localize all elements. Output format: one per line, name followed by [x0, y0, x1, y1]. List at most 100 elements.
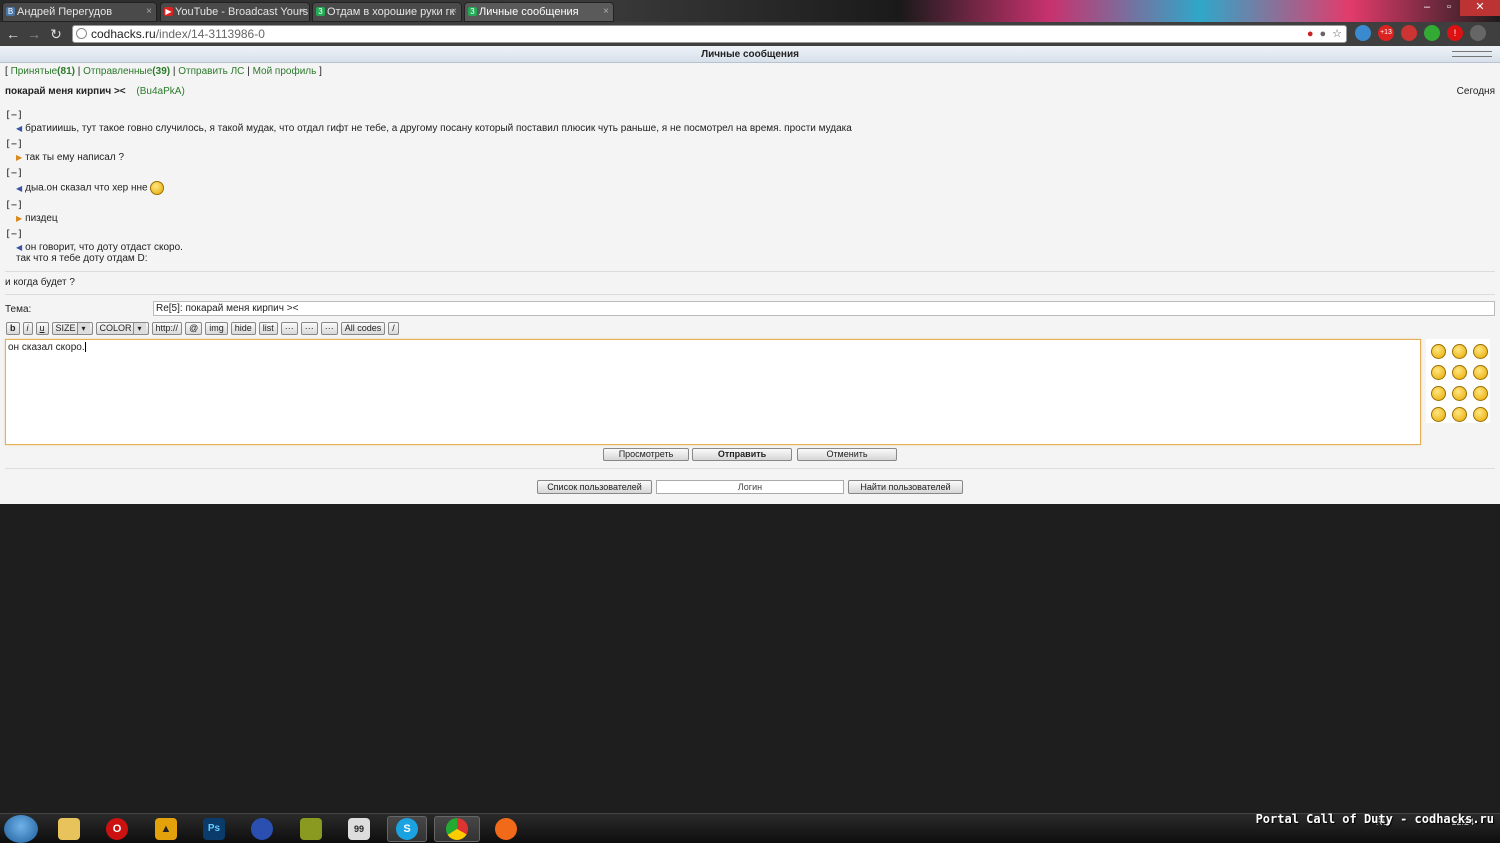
explorer-icon[interactable] [49, 816, 89, 842]
tongue-smiley-icon[interactable] [1431, 407, 1446, 422]
close-icon[interactable]: × [146, 3, 152, 21]
origin-icon[interactable] [486, 816, 526, 842]
all-codes-button[interactable]: All codes [340, 322, 386, 335]
editor-text: он сказал скоро. [8, 342, 85, 353]
codhacks-icon: 3 [468, 7, 477, 16]
close-tags-button[interactable]: / [388, 322, 399, 335]
game-icon[interactable] [291, 816, 331, 842]
start-button[interactable] [4, 815, 38, 843]
message-text-line2: так что я тебе доту отдам D: [16, 253, 148, 264]
size-select[interactable]: SIZE [51, 322, 93, 335]
address-bar[interactable]: codhacks.ru/index/14-3113986-0 ● ● ☆ [72, 25, 1347, 43]
message-text: пиздец [25, 213, 58, 224]
image-button[interactable]: img [205, 322, 228, 335]
find-user-button[interactable]: Найти пользователей [848, 480, 963, 494]
tab-strip: B Андрей Перегудов × ▶ YouTube - Broadca… [0, 0, 1500, 22]
confused-smiley-icon[interactable] [1431, 386, 1446, 401]
photoshop-icon[interactable]: Ps [194, 816, 234, 842]
sad-smiley-icon[interactable] [1431, 344, 1446, 359]
maximize-icon[interactable]: ▫ [1438, 0, 1460, 16]
browser-globe-icon[interactable] [242, 816, 282, 842]
badge-icon[interactable]: +13 [1378, 25, 1394, 41]
vk-icon: B [6, 7, 15, 16]
underline-button[interactable]: u [35, 322, 49, 335]
my-profile-link[interactable]: Мой профиль [253, 66, 317, 77]
forward-icon[interactable]: → [25, 25, 43, 43]
chrome-icon[interactable] [434, 816, 480, 842]
collapse-toggle[interactable]: [−] [5, 200, 1495, 211]
back-icon[interactable]: ← [4, 25, 22, 43]
alert-icon[interactable]: ! [1447, 25, 1463, 41]
hide-button[interactable]: hide [230, 322, 256, 335]
inbox-link[interactable]: Принятые(81) [11, 66, 75, 77]
smile-smiley-icon[interactable] [1473, 365, 1488, 380]
collapse-grip-icon[interactable] [1452, 51, 1492, 57]
thread-header: покарай меня кирпич >< (Bu4aPkA) Сегодня [5, 86, 1495, 97]
more-button-3[interactable]: ··· [320, 322, 338, 335]
send-pm-link[interactable]: Отправить ЛС [178, 66, 244, 77]
cool-smiley-icon[interactable] [1473, 344, 1488, 359]
bulb-icon[interactable]: ● [1319, 26, 1326, 42]
tab-codhacks-giveaway[interactable]: 3 Отдам в хорошие руки гк × [312, 2, 462, 22]
weather-icon[interactable] [1355, 25, 1371, 41]
thread-title: покарай меня кирпич >< [5, 86, 126, 97]
aimp-icon[interactable]: ▲ [146, 816, 186, 842]
message-text: дыа.он сказал что хер нне [25, 182, 148, 194]
cancel-button[interactable]: Отменить [797, 448, 897, 461]
close-icon[interactable]: × [603, 3, 609, 21]
close-icon[interactable]: × [451, 3, 457, 21]
tab-vk[interactable]: B Андрей Перегудов × [2, 2, 157, 22]
incoming-arrow-icon: ◀ [16, 243, 23, 252]
tab-youtube[interactable]: ▶ YouTube - Broadcast Yours × [160, 2, 310, 22]
angry-smiley-icon[interactable] [1431, 365, 1446, 380]
opera-icon[interactable]: O [97, 816, 137, 842]
wink-smiley-icon[interactable] [1452, 365, 1467, 380]
download-icon[interactable] [1424, 25, 1440, 41]
subject-input[interactable]: Re[5]: покарай меня кирпич >< [153, 301, 1495, 316]
preview-button[interactable]: Просмотреть [603, 448, 689, 461]
grin-smiley-icon[interactable] [1452, 344, 1467, 359]
collapse-toggle[interactable]: [−] [5, 110, 1495, 121]
subject-label: Тема: [5, 304, 32, 315]
bold-button[interactable]: b [6, 322, 20, 335]
list-button[interactable]: list [258, 322, 278, 335]
login-input[interactable]: Логин [656, 480, 844, 494]
close-icon[interactable]: × [299, 3, 305, 21]
window-close-icon[interactable]: ✕ [1460, 0, 1500, 16]
notepad-icon[interactable]: 99 [339, 816, 379, 842]
italic-button[interactable]: i [22, 322, 33, 335]
adblock-icon[interactable]: ● [1307, 26, 1314, 42]
sent-link[interactable]: Отправленные(39) [83, 66, 170, 77]
divider [5, 294, 1495, 295]
skype-icon[interactable]: S [387, 816, 427, 842]
more-button-1[interactable]: ··· [280, 322, 298, 335]
thread-user-link[interactable]: (Bu4aPkA) [136, 86, 184, 97]
user-list-button[interactable]: Список пользователей [537, 480, 652, 494]
wrench-icon[interactable] [1470, 25, 1486, 41]
collapse-toggle[interactable]: [−] [5, 139, 1495, 150]
happy-smiley-icon[interactable] [1452, 386, 1467, 401]
collapse-toggle[interactable]: [−] [5, 168, 1495, 179]
youtube-icon: ▶ [164, 7, 173, 16]
record-icon[interactable] [1401, 25, 1417, 41]
divider [5, 271, 1495, 272]
color-select[interactable]: COLOR [95, 322, 149, 335]
send-button[interactable]: Отправить [692, 448, 792, 461]
star-icon[interactable]: ☆ [1332, 26, 1342, 42]
collapse-toggle[interactable]: [−] [5, 229, 1495, 240]
url-button[interactable]: http:// [151, 322, 183, 335]
neutral-smiley-icon[interactable] [1452, 407, 1467, 422]
surprised-smiley-icon[interactable] [1473, 386, 1488, 401]
email-button[interactable]: @ [185, 322, 203, 335]
tab-private-messages[interactable]: 3 Личные сообщения × [464, 2, 614, 22]
more-button-2[interactable]: ··· [300, 322, 318, 335]
extension-icons: +13 ! [1355, 25, 1486, 41]
bbcode-toolbar: b i u SIZE COLOR http:// @ img hide list… [6, 322, 399, 335]
laugh-smiley-icon[interactable] [1473, 407, 1488, 422]
codhacks-icon: 3 [316, 7, 325, 16]
message-item: [−] ▶ так ты ему написал ? [5, 139, 1495, 163]
message-editor[interactable]: он сказал скоро. [5, 339, 1421, 445]
reload-icon[interactable]: ↻ [47, 25, 65, 43]
outgoing-arrow-icon: ▶ [16, 214, 23, 223]
minimize-icon[interactable]: – [1416, 0, 1438, 16]
